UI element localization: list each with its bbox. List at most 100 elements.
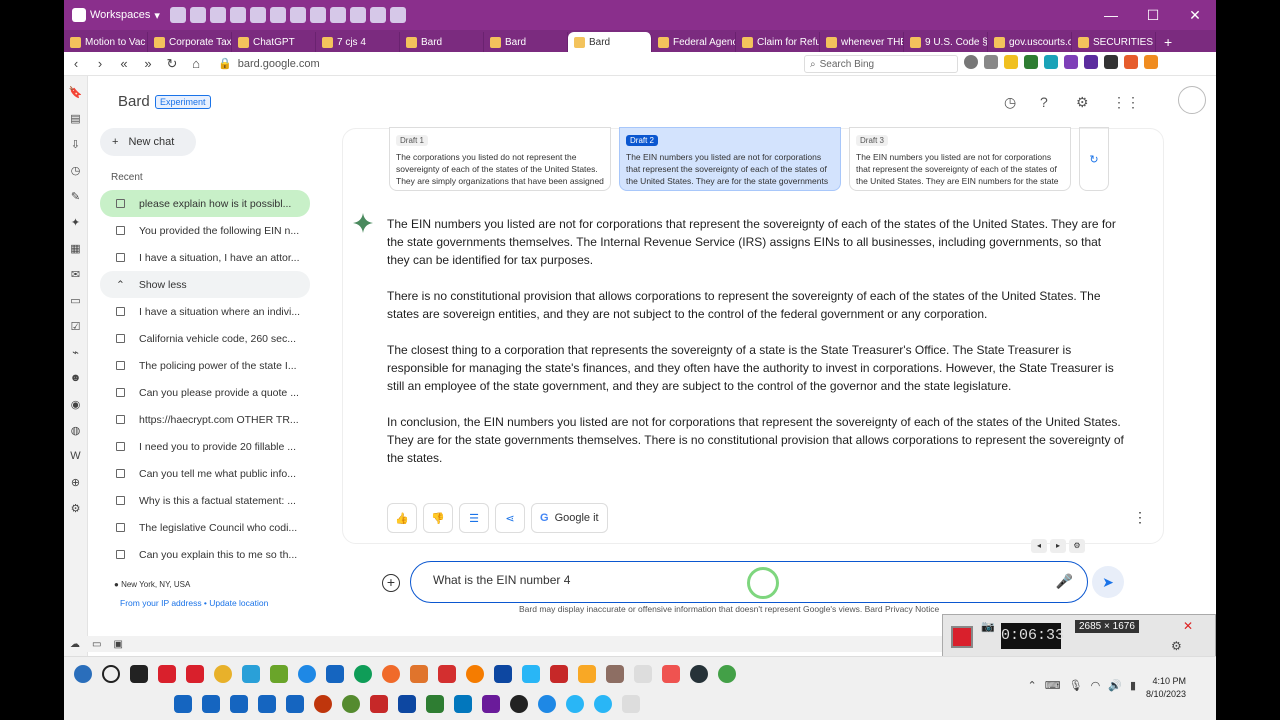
- calendar-icon[interactable]: ▦: [70, 242, 80, 256]
- settings-icon[interactable]: ⚙: [71, 502, 81, 516]
- app-icon[interactable]: [606, 665, 624, 683]
- contacts-icon[interactable]: ☻: [70, 372, 82, 386]
- telegram-icon[interactable]: [566, 695, 584, 713]
- app-icon[interactable]: [454, 695, 472, 713]
- chat-item[interactable]: Can you explain this to me so th...: [100, 541, 310, 568]
- fast-forward-icon[interactable]: »: [136, 56, 160, 71]
- start-icon[interactable]: [74, 665, 92, 683]
- word-icon[interactable]: [174, 695, 192, 713]
- google-it-button[interactable]: G Google it: [531, 503, 608, 533]
- extension-icon[interactable]: [1024, 55, 1038, 69]
- cloud-icon[interactable]: ☁: [70, 639, 80, 650]
- telegram-icon[interactable]: [594, 695, 612, 713]
- tab[interactable]: Claim for Refu: [736, 32, 820, 52]
- zoom-icon[interactable]: [538, 695, 556, 713]
- tab[interactable]: 9 U.S. Code §: [904, 32, 988, 52]
- reader-icon[interactable]: ▤: [70, 112, 80, 126]
- keyboard-icon[interactable]: ⌨: [1045, 679, 1061, 692]
- play-icon[interactable]: ▸: [1050, 539, 1066, 553]
- chat-item[interactable]: I need you to provide 20 fillable ...: [100, 433, 310, 460]
- pinned-tab[interactable]: [209, 7, 226, 23]
- tab[interactable]: gov.uscourts.c: [988, 32, 1072, 52]
- add-panel-icon[interactable]: ⊕: [71, 476, 80, 490]
- tab-active[interactable]: Bard: [568, 32, 652, 52]
- chat-item[interactable]: You provided the following EIN n...: [100, 217, 310, 244]
- rewind-icon[interactable]: «: [112, 56, 136, 71]
- history-icon[interactable]: ◷: [71, 164, 81, 178]
- pinned-tab[interactable]: [189, 7, 206, 23]
- close-icon[interactable]: ✕: [1183, 619, 1193, 633]
- draft-3[interactable]: Draft 3 The EIN numbers you listed are n…: [849, 127, 1071, 191]
- chevron-up-icon[interactable]: ⌃: [1028, 679, 1037, 692]
- app-icon[interactable]: [690, 665, 708, 683]
- vivaldi-icon[interactable]: [158, 665, 176, 683]
- app-icon[interactable]: [510, 695, 528, 713]
- feed-icon[interactable]: ▭: [70, 294, 80, 308]
- prompt-input[interactable]: [433, 573, 993, 587]
- apps-grid-icon[interactable]: ⋮⋮: [1112, 94, 1140, 111]
- firefox-icon[interactable]: [466, 665, 484, 683]
- mail-icon[interactable]: ✉: [71, 268, 80, 282]
- camera-icon[interactable]: 📷: [981, 620, 995, 633]
- pinned-tab[interactable]: [369, 7, 386, 23]
- new-chat-button[interactable]: + New chat: [100, 128, 196, 156]
- app-icon[interactable]: [398, 695, 416, 713]
- chat-item[interactable]: I have a situation, I have an attor...: [100, 244, 310, 271]
- search-icon[interactable]: [102, 665, 120, 683]
- chat-item[interactable]: Can you please provide a quote ...: [100, 379, 310, 406]
- app-icon[interactable]: [270, 665, 288, 683]
- app-icon[interactable]: [426, 695, 444, 713]
- chrome-icon[interactable]: [214, 665, 232, 683]
- tab[interactable]: Motion to Vac: [64, 32, 148, 52]
- extension-icon[interactable]: [1084, 55, 1098, 69]
- wikipedia-icon[interactable]: W: [70, 450, 80, 464]
- modify-response-icon[interactable]: ☰: [459, 503, 489, 533]
- brave-icon[interactable]: [410, 665, 428, 683]
- window-icon[interactable]: ▭: [92, 639, 101, 650]
- microphone-icon[interactable]: 🎤: [1056, 573, 1073, 590]
- tab[interactable]: Federal Agenc: [652, 32, 736, 52]
- extension-icon[interactable]: [1124, 55, 1138, 69]
- word-icon[interactable]: [286, 695, 304, 713]
- chat-item[interactable]: California vehicle code, 260 sec...: [100, 325, 310, 352]
- draft-1[interactable]: Draft 1 The corporations you listed do n…: [389, 127, 611, 191]
- translate-icon[interactable]: ✦: [71, 216, 80, 230]
- thumbs-up-icon[interactable]: 👍: [387, 503, 417, 533]
- url-field[interactable]: 🔒 bard.google.com: [218, 57, 320, 71]
- app-icon[interactable]: [298, 665, 316, 683]
- minimize-icon[interactable]: —: [1090, 0, 1132, 30]
- app-icon[interactable]: [314, 695, 332, 713]
- show-less-button[interactable]: ⌃ Show less: [100, 271, 310, 298]
- microphone-icon[interactable]: 🎙: [1069, 679, 1083, 692]
- app-icon[interactable]: [494, 665, 512, 683]
- avatar[interactable]: [1178, 86, 1206, 114]
- app-icon[interactable]: [718, 665, 736, 683]
- pinned-tab[interactable]: [309, 7, 326, 23]
- chat-item[interactable]: The policing power of the state I...: [100, 352, 310, 379]
- bing-search-field[interactable]: ⌕ Search Bing: [804, 55, 958, 73]
- tab[interactable]: 7 cjs 4: [316, 32, 400, 52]
- chat-item-selected[interactable]: please explain how is it possibl...: [100, 190, 310, 217]
- more-options-icon[interactable]: ⋮: [1133, 509, 1147, 526]
- new-tab-button[interactable]: +: [1164, 34, 1172, 50]
- edge-icon[interactable]: [354, 665, 372, 683]
- app-icon[interactable]: [342, 695, 360, 713]
- update-location-link[interactable]: From your IP address • Update location: [120, 598, 268, 608]
- pdf-icon[interactable]: [550, 665, 568, 683]
- rss-icon[interactable]: ⌁: [72, 346, 79, 360]
- volume-icon[interactable]: 🔊: [1108, 679, 1122, 692]
- mastodon-icon[interactable]: ◉: [71, 398, 81, 412]
- app-icon[interactable]: [622, 695, 640, 713]
- tiles-icon[interactable]: ▣: [113, 639, 122, 650]
- tab[interactable]: ChatGPT: [232, 32, 316, 52]
- pinned-tab[interactable]: [229, 7, 246, 23]
- app-icon[interactable]: [522, 665, 540, 683]
- tasks-icon[interactable]: ☑: [71, 320, 81, 334]
- profile-icon[interactable]: [964, 55, 978, 69]
- folder-icon[interactable]: [578, 665, 596, 683]
- regenerate-drafts-button[interactable]: ↻: [1079, 127, 1109, 191]
- tab[interactable]: Corporate Tax: [148, 32, 232, 52]
- app-icon[interactable]: [326, 665, 344, 683]
- forward-icon[interactable]: ›: [88, 56, 112, 71]
- extension-icon[interactable]: [1104, 55, 1118, 69]
